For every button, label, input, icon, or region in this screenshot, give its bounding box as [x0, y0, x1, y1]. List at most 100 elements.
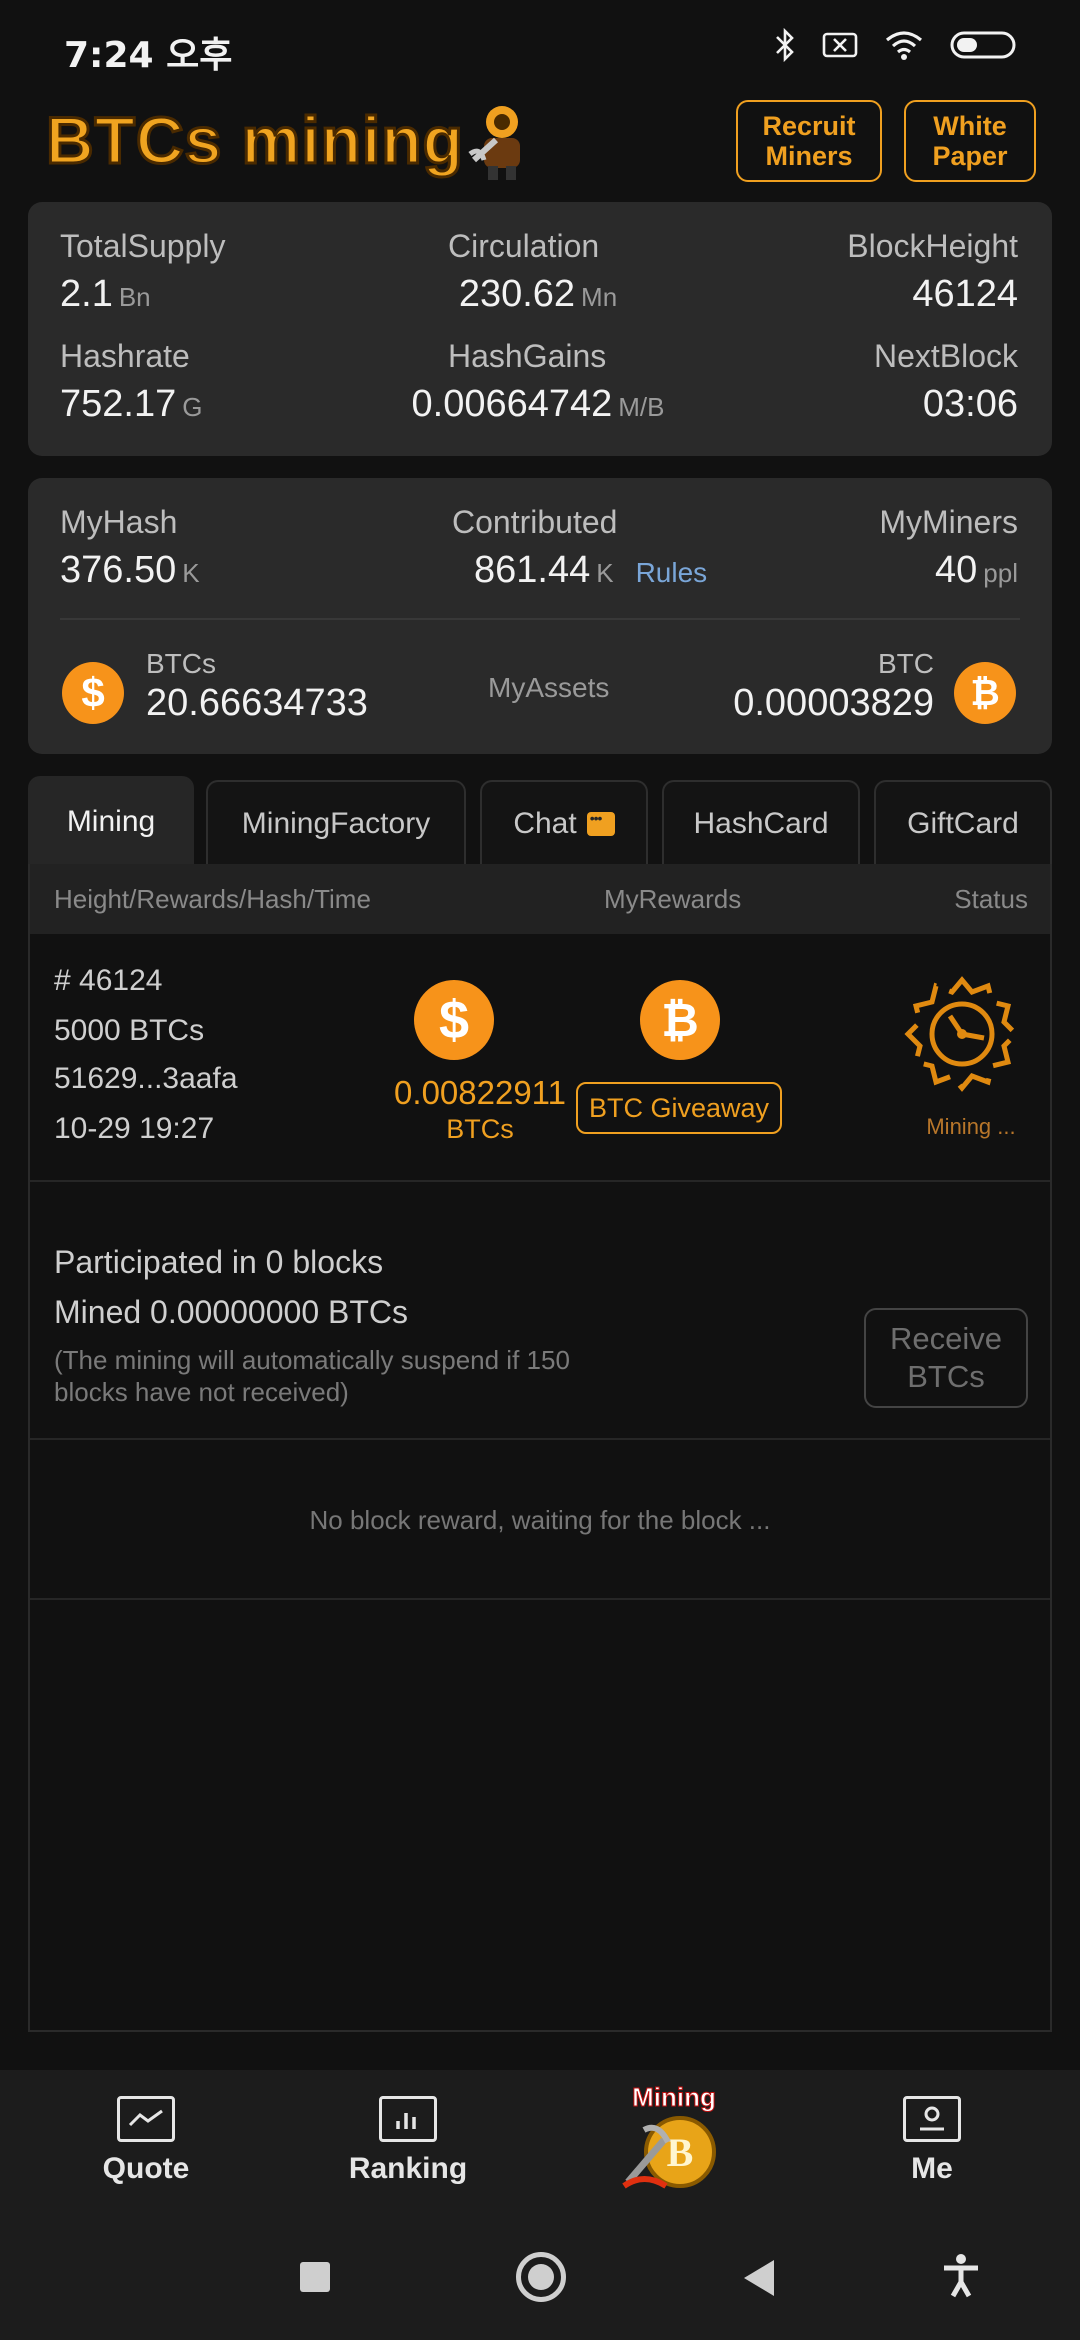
- btcs-reward-amount: 0.00822911: [394, 1074, 566, 1111]
- total-supply-label: TotalSupply: [60, 228, 226, 264]
- mining-gear-clock-icon: [900, 972, 1024, 1096]
- block-height: # 46124: [54, 964, 163, 997]
- participation-section: Participated in 0 blocks Mined 0.0000000…: [30, 1184, 1050, 1440]
- nav-item-mining[interactable]: B Mining: [614, 2082, 734, 2196]
- nav-item-ranking[interactable]: Ranking: [328, 2096, 488, 2186]
- btcs-reward-unit: BTCs: [446, 1114, 514, 1144]
- table-row[interactable]: # 46124 5000 BTCs 51629...3aafa 10-29 19…: [30, 934, 1050, 1182]
- hash-gains-stat: HashGains 0.00664742 M/B: [388, 338, 688, 426]
- status-time: 7:24 오후: [64, 35, 233, 76]
- nav-ranking-label: Ranking: [348, 2152, 468, 2185]
- block-time: 10-29 19:27: [54, 1112, 215, 1145]
- app-logo: BTCs mining: [45, 102, 465, 179]
- nav-mining-label: Mining: [632, 2082, 717, 2113]
- mined-amount-text: Mined 0.00000000 BTCs: [54, 1294, 408, 1330]
- myminers-label: MyMiners: [879, 504, 1018, 540]
- nav-item-quote[interactable]: Quote: [66, 2096, 226, 2186]
- block-height-label: BlockHeight: [847, 228, 1018, 264]
- rules-link[interactable]: Rules: [636, 557, 708, 588]
- hashrate-value: 752.17: [60, 383, 177, 425]
- myminers-unit: ppl: [983, 558, 1018, 588]
- hash-gains-label: HashGains: [448, 338, 607, 374]
- column-header-info: Height/Rewards/Hash/Time: [54, 884, 371, 914]
- empty-state-message: No block reward, waiting for the block .…: [30, 1442, 1050, 1600]
- next-block-label: NextBlock: [873, 338, 1018, 374]
- block-rewards: 5000 BTCs: [54, 1014, 205, 1047]
- hashrate-stat: Hashrate 752.17 G: [60, 338, 202, 426]
- system-nav-bar: [0, 2210, 1080, 2340]
- recruit-miners-button[interactable]: Recruit Miners: [736, 100, 882, 182]
- contributed-value: 861.44: [474, 549, 591, 591]
- app-header: BTCs mining Recruit Miners White Paper: [0, 92, 1080, 192]
- btc-giveaway-label: BTC Giveaway: [588, 1092, 770, 1123]
- white-paper-button[interactable]: White Paper: [904, 100, 1036, 182]
- recruit-label-line1: Recruit: [762, 111, 856, 141]
- btcs-asset-value: 20.66634733: [146, 682, 368, 724]
- myhash-value: 376.50: [60, 549, 177, 591]
- tab-mining[interactable]: Mining: [28, 776, 194, 866]
- network-stats-card: TotalSupply 2.1 Bn Circulation 230.62 Mn B…: [28, 202, 1052, 456]
- receive-label-line2: BTCs: [907, 1359, 985, 1394]
- circulation-label: Circulation: [448, 228, 600, 264]
- hash-gains-value: 0.00664742: [411, 383, 613, 425]
- myassets-label: MyAssets: [488, 672, 610, 703]
- total-supply-stat: TotalSupply 2.1 Bn: [60, 228, 225, 316]
- nav-quote-label: Quote: [102, 2152, 190, 2185]
- column-header-status: Status: [954, 884, 1028, 914]
- tab-giftcard[interactable]: GiftCard: [874, 780, 1052, 866]
- mining-panel: Height/Rewards/Hash/Time MyRewards Statu…: [28, 864, 1052, 2032]
- home-icon[interactable]: [516, 2252, 566, 2302]
- profile-icon: [903, 2096, 961, 2142]
- bluetooth-icon: [774, 27, 796, 67]
- nav-me-label: Me: [911, 2152, 953, 2185]
- btcs-asset-label: BTCs: [146, 648, 216, 679]
- my-stats-card: MyHash 376.50 K Contributed 861.44 K Rules …: [28, 478, 1052, 754]
- circulation-value: 230.62: [458, 273, 576, 315]
- recents-icon[interactable]: [300, 2262, 330, 2292]
- bottom-nav: Quote Ranking B Mining Me: [0, 2070, 1080, 2210]
- contributed-unit: K: [596, 558, 614, 588]
- myminers-value: 40: [935, 549, 978, 591]
- divider: [60, 618, 1020, 620]
- btc-asset-label: BTC: [878, 648, 934, 679]
- receive-label-line1: Receive: [890, 1321, 1002, 1356]
- column-header-rewards: MyRewards: [604, 884, 742, 914]
- myhash-stat: MyHash 376.50 K: [60, 504, 200, 592]
- circulation-unit: Mn: [581, 282, 618, 312]
- tab-hashcard[interactable]: HashCard: [662, 780, 860, 866]
- paper-label-line1: White: [933, 111, 1007, 141]
- suspend-note-text: (The mining will automatically suspend i…: [54, 1345, 570, 1407]
- back-icon[interactable]: [744, 2260, 774, 2296]
- block-height-stat: BlockHeight 46124: [847, 228, 1018, 316]
- tab-mining-factory[interactable]: MiningFactory: [206, 780, 466, 866]
- btc-reward-coin-icon: ₿: [640, 980, 720, 1060]
- chat-bubble-icon: [586, 810, 615, 836]
- receive-btcs-button[interactable]: Receive BTCs: [864, 1308, 1028, 1408]
- tab-mining-label: Mining: [66, 805, 156, 838]
- tab-hashcard-label: HashCard: [693, 807, 829, 840]
- total-supply-unit: Bn: [118, 282, 151, 312]
- contributed-stat: Contributed 861.44 K Rules: [452, 504, 707, 592]
- participated-blocks-text: Participated in 0 blocks: [54, 1244, 384, 1280]
- status-icons: [774, 27, 1020, 67]
- tab-chat[interactable]: Chat: [480, 780, 648, 866]
- table-header: Height/Rewards/Hash/Time MyRewards Statu…: [30, 864, 1050, 934]
- nav-item-me[interactable]: Me: [852, 2096, 1012, 2186]
- btc-giveaway-button[interactable]: BTC Giveaway: [576, 1082, 782, 1134]
- block-height-value: 46124: [912, 273, 1018, 315]
- circulation-stat: Circulation 230.62 Mn: [388, 228, 688, 316]
- no-sim-icon: [822, 31, 858, 64]
- accessibility-icon[interactable]: [936, 2250, 986, 2300]
- paper-label-line2: Paper: [932, 141, 1008, 171]
- battery-icon: [950, 30, 1020, 65]
- myhash-unit: K: [182, 558, 200, 588]
- btcs-dollar-coin-icon: $: [62, 662, 124, 724]
- myhash-label: MyHash: [60, 504, 178, 540]
- next-block-stat: NextBlock 03:06: [874, 338, 1018, 426]
- btcs-reward-coin-icon: $: [414, 980, 494, 1060]
- block-hash: 51629...3aafa: [54, 1062, 238, 1095]
- wifi-icon: [884, 29, 924, 66]
- tab-giftcard-label: GiftCard: [907, 807, 1019, 840]
- miner-mascot-icon: [466, 100, 538, 182]
- total-supply-value: 2.1: [60, 273, 113, 315]
